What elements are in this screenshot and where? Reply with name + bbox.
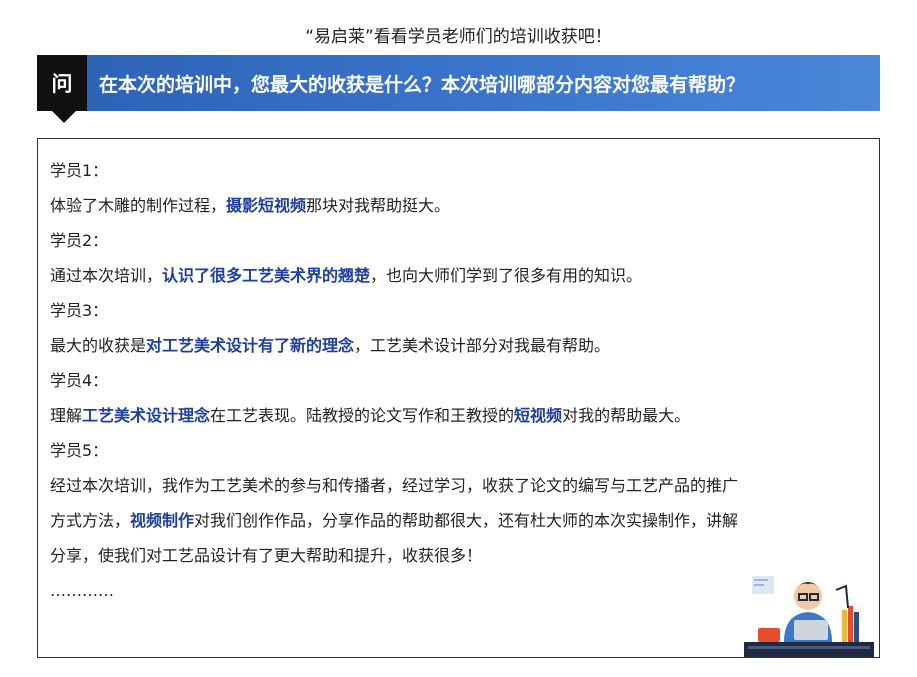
student-3-label: 学员3：	[50, 301, 109, 320]
answers-panel: 学员1： 体验了木雕的制作过程，摄影短视频那块对我帮助挺大。 学员2： 通过本次…	[37, 138, 880, 658]
student-4-label: 学员4：	[50, 371, 109, 390]
answers-list: 学员1： 体验了木雕的制作过程，摄影短视频那块对我帮助挺大。 学员2： 通过本次…	[50, 153, 869, 608]
question-text: 在本次的培训中，您最大的收获是什么？本次培训哪部分内容对您最有帮助？	[87, 55, 880, 111]
student-1-label: 学员1：	[50, 161, 109, 180]
answer-text: 通过本次培训，	[50, 266, 163, 285]
answer-highlight: 摄影短视频	[226, 196, 307, 215]
answer-highlight: 对工艺美术设计有了新的理念	[146, 336, 355, 355]
student-5-answer-line-3: 分享，使我们对工艺品设计有了更大帮助和提升，收获很多！	[50, 546, 483, 565]
answer-highlight: 工艺美术设计理念	[82, 406, 211, 425]
answer-highlight: 认识了很多工艺美术界的翘楚	[162, 266, 371, 285]
answer-text: 方式方法，	[50, 511, 131, 530]
answer-text: 体验了木雕的制作过程，	[50, 196, 227, 215]
student-2-answer: 通过本次培训，认识了很多工艺美术界的翘楚，也向大师们学到了很多有用的知识。	[50, 258, 869, 293]
student-5-answer-line-1: 经过本次培训，我作为工艺美术的参与和传播者，经过学习，收获了论文的编写与工艺产品…	[50, 476, 739, 495]
answer-text: 那块对我帮助挺大。	[306, 196, 451, 215]
answer-text: ，也向大师们学到了很多有用的知识。	[370, 266, 643, 285]
answer-text: 理解	[50, 406, 83, 425]
answer-text: ，工艺美术设计部分对我最有帮助。	[354, 336, 611, 355]
student-2-label: 学员2：	[50, 231, 109, 250]
book-icon	[842, 610, 847, 642]
student-4-answer: 理解工艺美术设计理念在工艺表现。陆教授的论文写作和王教授的短视频对我的帮助最大。	[50, 398, 869, 433]
answer-highlight: 视频制作	[130, 511, 195, 530]
question-tag-pointer	[52, 111, 76, 123]
desk-lamp-icon	[835, 584, 849, 609]
question-tag: 问	[37, 55, 87, 111]
student-5-label: 学员5：	[50, 441, 109, 460]
cup-icon	[758, 628, 780, 642]
answer-text: 在工艺表现。陆教授的论文写作和王教授的	[210, 406, 515, 425]
student-3-answer: 最大的收获是对工艺美术设计有了新的理念，工艺美术设计部分对我最有帮助。	[50, 328, 869, 363]
answer-text: 对我们创作作品，分享作品的帮助都很大，还有杜大师的本次实操制作，讲解	[194, 511, 739, 530]
laptop-icon	[794, 620, 828, 640]
answer-highlight: 短视频	[514, 406, 563, 425]
student-1-answer: 体验了木雕的制作过程，摄影短视频那块对我帮助挺大。	[50, 188, 869, 223]
answer-text: 最大的收获是	[50, 336, 147, 355]
student-at-desk-illustration	[744, 576, 874, 657]
page-caption: “易启莱”看看学员老师们的培训收获吧！	[305, 27, 612, 47]
question-banner: 问 在本次的培训中，您最大的收获是什么？本次培训哪部分内容对您最有帮助？	[37, 55, 880, 123]
student-5-answer-line-2: 方式方法，视频制作对我们创作作品，分享作品的帮助都很大，还有杜大师的本次实操制作…	[50, 503, 869, 538]
answer-text: 对我的帮助最大。	[562, 406, 691, 425]
desk-icon	[744, 642, 874, 657]
